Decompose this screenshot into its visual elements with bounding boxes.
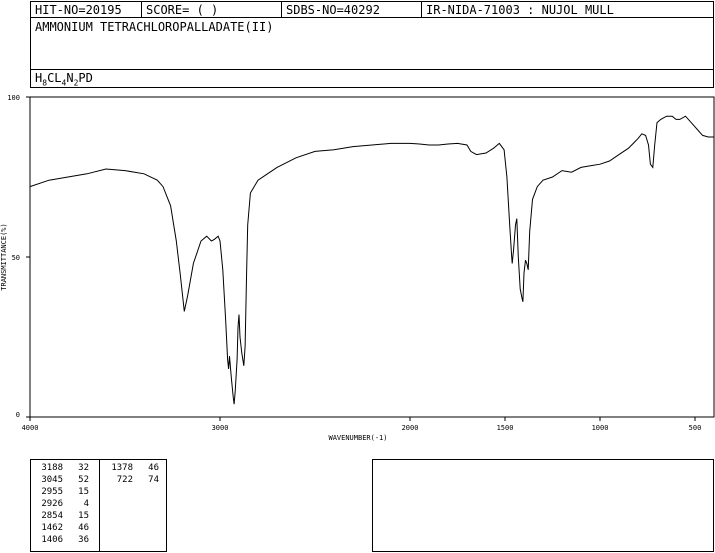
peak-column-2: 1378 46 722 74	[105, 462, 159, 486]
peak-wavenumber: 1406	[41, 535, 63, 545]
y-tick-label: 50	[12, 254, 20, 262]
y-tick-label: 100	[7, 94, 20, 102]
peak-wavenumber: 3045	[41, 475, 63, 485]
peak-wavenumber: 2955	[41, 487, 63, 497]
y-axis-ticks: 0 50 100	[7, 94, 30, 419]
peak-wavenumber: 722	[116, 475, 133, 485]
x-axis-label: WAVENUMBER(-1)	[328, 434, 387, 442]
y-axis-label: TRANSMITTANCE(%)	[0, 223, 8, 290]
peak-transmittance: 4	[83, 499, 89, 509]
peak-wavenumber: 2926	[41, 499, 63, 509]
peak-transmittance: 36	[78, 535, 89, 545]
peak-row: 1406 36	[35, 534, 89, 546]
peak-wavenumber: 1378	[111, 463, 133, 473]
x-tick-label: 4000	[22, 424, 39, 432]
peak-column-1: 3188 32 3045 52 2955 15 2926 4 2854 15 1462 46 1406 3…	[35, 462, 89, 546]
peak-row: 3188 32	[35, 462, 89, 474]
peak-wavenumber: 2854	[41, 511, 63, 521]
peak-transmittance: 74	[148, 475, 159, 485]
peak-table: 3188 32 3045 52 2955 15 2926 4 2854 15 1462 46 1406 3…	[30, 459, 167, 552]
x-tick-label: 3000	[212, 424, 229, 432]
blank-panel	[372, 459, 714, 552]
peak-row: 2854 15	[35, 510, 89, 522]
x-tick-label: 500	[689, 424, 702, 432]
x-tick-label: 2000	[402, 424, 419, 432]
peak-transmittance: 46	[78, 523, 89, 533]
peak-transmittance: 52	[78, 475, 89, 485]
peak-wavenumber: 1462	[41, 523, 63, 533]
peak-transmittance: 15	[78, 487, 89, 497]
x-tick-label: 1000	[592, 424, 609, 432]
peak-row: 3045 52	[35, 474, 89, 486]
peak-transmittance: 32	[78, 463, 89, 473]
peak-row: 2926 4	[35, 498, 89, 510]
peak-row: 1378 46	[105, 462, 159, 474]
y-tick-label: 0	[16, 411, 20, 419]
peak-transmittance: 46	[148, 463, 159, 473]
peak-row: 1462 46	[35, 522, 89, 534]
spectrum-line	[29, 115, 714, 405]
x-axis-ticks: 4000 3000 2000 1500 1000 500	[22, 417, 702, 432]
peak-wavenumber: 3188	[41, 463, 63, 473]
peak-transmittance: 15	[78, 511, 89, 521]
peak-row: 722 74	[105, 474, 159, 486]
ir-spectrum-chart: 0 50 100 4000 3000 2000 1500 1000 500 WAVENUMBE…	[0, 94, 715, 442]
x-tick-label: 1500	[497, 424, 514, 432]
peak-row: 2955 15	[35, 486, 89, 498]
